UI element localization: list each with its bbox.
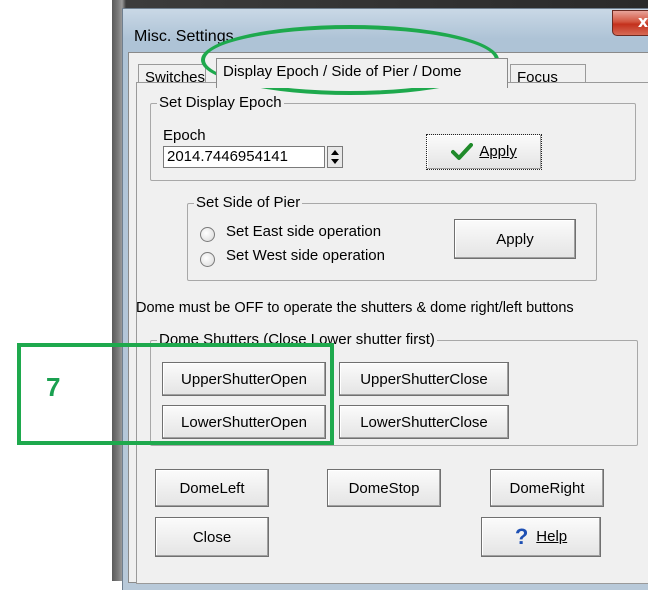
dome-right-label: DomeRight (509, 479, 585, 497)
help-button[interactable]: ? Help (481, 517, 601, 557)
west-side-radio[interactable] (200, 252, 215, 267)
epoch-group: Set Display Epoch (150, 94, 636, 181)
dome-right-button[interactable]: DomeRight (490, 469, 604, 507)
close-label: Close (192, 528, 232, 546)
west-side-label[interactable]: Set West side operation (226, 247, 385, 264)
pier-apply-label: Apply (496, 230, 534, 248)
close-button[interactable]: Close (155, 517, 269, 557)
tab-display-epoch[interactable]: Display Epoch / Side of Pier / Dome (216, 58, 508, 88)
epoch-label: Epoch (163, 127, 206, 144)
upper-shutter-close-button[interactable]: UpperShutterClose (339, 362, 509, 396)
tab-display-epoch-label: Display Epoch / Side of Pier / Dome (223, 63, 462, 80)
east-side-radio[interactable] (200, 227, 215, 242)
question-mark-icon: ? (514, 524, 529, 549)
epoch-spin-control[interactable] (327, 146, 343, 168)
checkmark-icon (451, 143, 474, 161)
dome-stop-label: DomeStop (348, 479, 420, 497)
dome-left-button[interactable]: DomeLeft (155, 469, 269, 507)
spin-up-icon[interactable] (331, 150, 339, 155)
pier-group-legend: Set Side of Pier (194, 194, 303, 211)
dome-stop-button[interactable]: DomeStop (327, 469, 441, 507)
lower-shutter-close-button[interactable]: LowerShutterClose (339, 405, 509, 439)
highlight-rectangle (17, 343, 334, 445)
epoch-input[interactable]: 2014.7446954141 (163, 146, 325, 168)
lower-shutter-close-label: LowerShutterClose (360, 413, 488, 431)
epoch-apply-button[interactable]: Apply (426, 134, 542, 170)
close-icon: x (637, 12, 648, 31)
pier-apply-button[interactable]: Apply (454, 219, 576, 259)
dome-left-label: DomeLeft (179, 479, 245, 497)
east-side-label[interactable]: Set East side operation (226, 223, 381, 240)
spin-down-icon[interactable] (331, 159, 339, 164)
epoch-apply-label: Apply (479, 142, 517, 160)
dome-note: Dome must be OFF to operate the shutters… (136, 300, 574, 316)
upper-shutter-close-label: UpperShutterClose (360, 370, 488, 388)
step-number: 7 (46, 372, 61, 402)
epoch-group-legend: Set Display Epoch (157, 94, 284, 111)
close-window-button[interactable]: x (612, 10, 648, 36)
help-label: Help (536, 527, 568, 545)
